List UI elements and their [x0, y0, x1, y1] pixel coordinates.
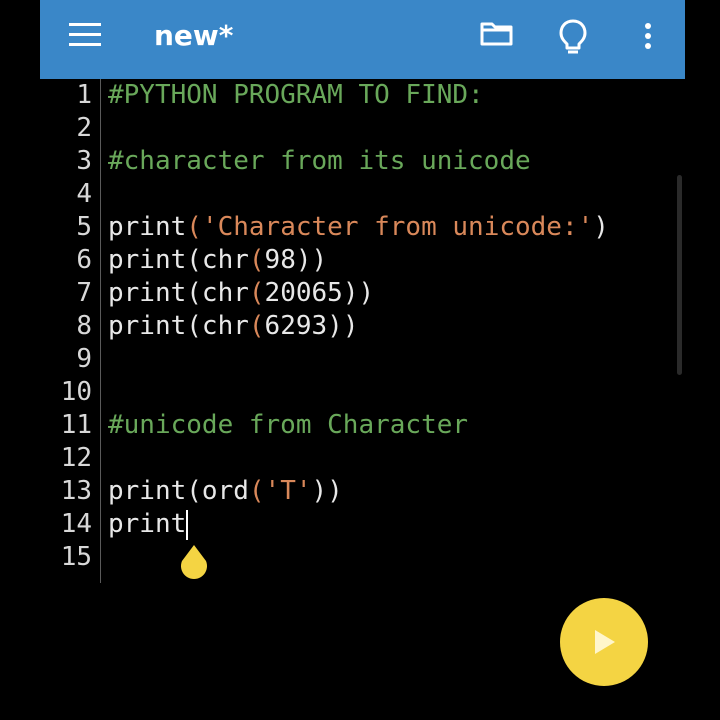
code-statement: print(chr(20065))	[108, 277, 374, 310]
line-number: 1	[76, 80, 92, 110]
line-number: 6	[76, 245, 92, 275]
line-number: 5	[76, 212, 92, 242]
code-paren: ))	[311, 476, 343, 506]
editor-screen: new* 1 #PYTHON PROGRAM TO FIND: 2 3 #cha…	[40, 0, 685, 720]
code-paren: ))	[342, 278, 375, 308]
code-line[interactable]: 3 #character from its unicode	[40, 145, 685, 178]
code-line[interactable]: 1 #PYTHON PROGRAM TO FIND:	[40, 79, 685, 112]
line-number: 15	[60, 542, 92, 572]
code-comment: #character from its unicode	[108, 146, 531, 176]
code-line[interactable]: 12	[40, 442, 685, 475]
run-button[interactable]	[560, 598, 648, 686]
line-number: 12	[60, 443, 92, 473]
text-cursor	[186, 510, 189, 540]
code-paren: (	[248, 311, 265, 341]
code-line[interactable]: 5 print('Character from unicode:')	[40, 211, 685, 244]
code-number: 98	[264, 245, 296, 275]
code-paren: (	[186, 212, 202, 242]
code-paren: (	[248, 245, 265, 275]
code-function: print(chr	[108, 311, 249, 341]
code-line[interactable]: 9	[40, 343, 685, 376]
code-string: 'Character from unicode:'	[201, 212, 594, 242]
code-line[interactable]: 10	[40, 376, 685, 409]
line-number: 8	[76, 311, 92, 341]
code-paren: ))	[327, 311, 359, 341]
code-paren: (	[248, 476, 265, 506]
code-function: print(chr	[108, 278, 249, 308]
more-vert-icon[interactable]	[636, 18, 660, 56]
code-line[interactable]: 8 print(chr(6293))	[40, 310, 685, 343]
code-number: 6293	[264, 311, 328, 341]
code-line[interactable]: 11 #unicode from Character	[40, 409, 685, 442]
code-line[interactable]: 15	[40, 541, 685, 574]
code-line[interactable]: 7 print(chr(20065))	[40, 277, 685, 310]
code-comment: #PYTHON PROGRAM TO FIND:	[108, 80, 484, 110]
line-number: 3	[76, 146, 92, 176]
code-statement: print(ord('T'))	[108, 475, 343, 508]
code-line[interactable]: 4	[40, 178, 685, 211]
code-function: print	[108, 509, 187, 539]
scrollbar[interactable]	[677, 175, 682, 375]
line-number: 13	[60, 476, 92, 506]
code-line[interactable]: 14 print	[40, 508, 685, 541]
line-number: 2	[76, 113, 92, 143]
cursor-handle-icon[interactable]	[178, 543, 210, 581]
code-paren: ))	[295, 245, 328, 275]
line-number: 4	[76, 179, 92, 209]
code-statement: print(chr(6293))	[108, 310, 358, 343]
code-statement: print	[108, 508, 189, 541]
line-number: 11	[60, 410, 92, 440]
folder-icon[interactable]	[480, 18, 516, 56]
lightbulb-icon[interactable]	[556, 18, 592, 56]
code-function: print(ord	[108, 476, 249, 506]
code-line[interactable]: 13 print(ord('T'))	[40, 475, 685, 508]
code-paren: (	[248, 278, 265, 308]
menu-icon[interactable]	[69, 23, 101, 47]
line-number: 9	[76, 344, 92, 374]
code-string: 'T'	[264, 476, 312, 506]
code-paren: )	[593, 212, 609, 242]
file-title: new*	[154, 19, 234, 52]
code-line[interactable]: 2	[40, 112, 685, 145]
code-number: 20065	[264, 278, 343, 308]
code-line[interactable]: 6 print(chr(98))	[40, 244, 685, 277]
play-icon	[595, 630, 615, 654]
line-number: 7	[76, 278, 92, 308]
code-function: print(chr	[108, 245, 249, 275]
code-function: print	[108, 212, 187, 242]
line-number: 10	[60, 377, 92, 407]
app-bar: new*	[40, 0, 685, 79]
code-comment: #unicode from Character	[108, 410, 469, 440]
code-statement: print('Character from unicode:')	[108, 211, 609, 244]
line-number: 14	[60, 509, 92, 539]
code-statement: print(chr(98))	[108, 244, 327, 277]
